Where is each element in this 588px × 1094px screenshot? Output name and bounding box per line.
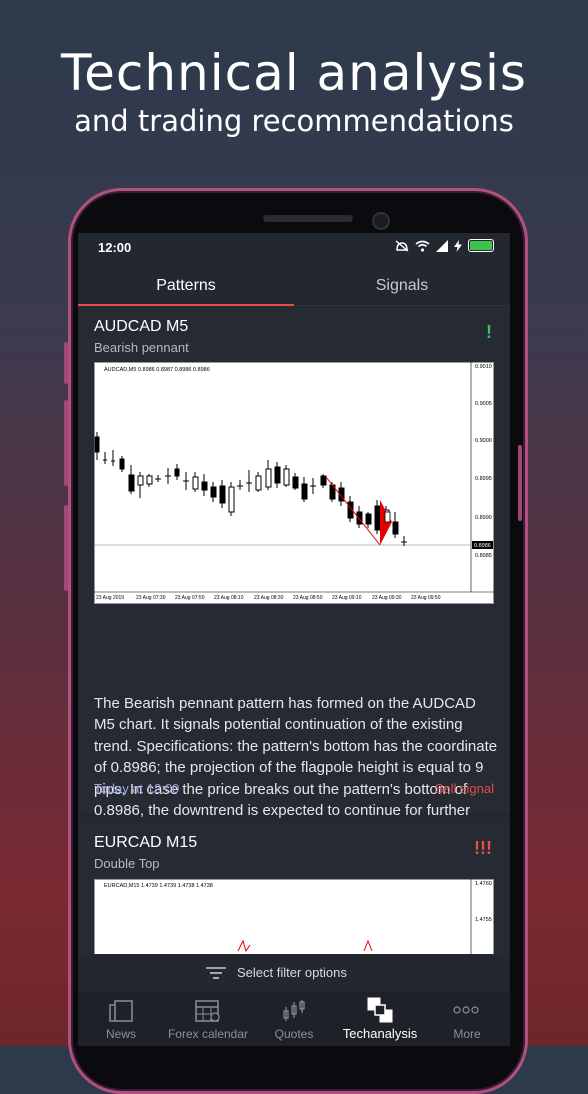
more-icon (453, 1006, 479, 1014)
wifi-icon (415, 240, 430, 252)
phone-camera (372, 212, 390, 230)
nav-forex-calendar[interactable]: Forex calendar (164, 992, 252, 1046)
volume-button (64, 342, 68, 384)
time-label: 23 Aug 07:50 (175, 595, 205, 601)
calendar-icon (195, 1000, 220, 1022)
price-label: 1.4755 (475, 917, 492, 923)
pattern-chart: AUDCAD,M5 0.8986 0.8987 0.8986 0.8986 0.… (94, 362, 494, 604)
nav-label: Quotes (274, 1027, 314, 1041)
time-label: 23 Aug 08:50 (293, 595, 323, 601)
card-title: EURCAD M15 (94, 834, 198, 851)
news-icon (109, 1000, 133, 1022)
time-label: 23 Aug 09:30 (372, 595, 402, 601)
nav-label: More (453, 1027, 481, 1041)
price-label: 0.9000 (475, 438, 492, 444)
charging-icon (454, 239, 462, 252)
nav-more[interactable]: More (424, 992, 510, 1046)
time-label: 23 Aug 07:30 (136, 595, 166, 601)
current-price-label: 0.8986 (474, 543, 491, 549)
importance-marker: !!! (474, 838, 492, 858)
sell-signal-label[interactable]: Sell signal (435, 781, 494, 796)
price-label: 0.9010 (475, 364, 492, 370)
nav-label: Forex calendar (167, 1027, 249, 1041)
volume-button (64, 400, 68, 486)
app-screen: 12:00 Patterns Signals AUDCAD M5 Bearish… (78, 233, 510, 1046)
nav-news[interactable]: News (78, 992, 164, 1046)
pattern-description: The Bearish pennant pattern has formed o… (94, 695, 498, 840)
bixby-button (64, 505, 68, 591)
do-not-disturb-icon (395, 239, 409, 252)
price-label: 0.8985 (475, 553, 492, 559)
nav-label: News (105, 1027, 136, 1041)
importance-marker: ! (486, 322, 492, 342)
power-button (518, 445, 522, 521)
battery-icon (468, 239, 494, 252)
card-timestamp: Today at 12:00 (94, 781, 180, 796)
time-label: 23 Aug 09:50 (411, 595, 441, 601)
filter-icon (206, 967, 226, 979)
chart-header: AUDCAD,M5 0.8986 0.8987 0.8986 0.8986 (104, 367, 210, 373)
time-label: 23 Aug 08:30 (254, 595, 284, 601)
price-label: 0.8990 (475, 515, 492, 521)
status-bar: 12:00 (78, 233, 510, 261)
nav-label: Techanalysis (342, 1026, 418, 1041)
time-label: 23 Aug 09:10 (332, 595, 362, 601)
hero-title: Technical analysis (61, 44, 527, 102)
card-subtitle: Double Top (94, 856, 160, 871)
techanalysis-icon (367, 997, 393, 1023)
card-title: AUDCAD M5 (94, 318, 189, 335)
bottom-nav: News Forex calendar Quotes Techanalysis … (78, 992, 510, 1046)
hero-subtitle: and trading recommendations (74, 104, 514, 138)
pattern-card[interactable]: EURCAD M15 Double Top !!! EURCAD,M15 1.4… (78, 823, 510, 969)
filter-bar[interactable]: Select filter options (78, 954, 510, 992)
time-label: 23 Aug 2019 (96, 595, 124, 601)
status-time: 12:00 (98, 240, 132, 255)
tab-signals[interactable]: Signals (294, 269, 510, 305)
candlestick-icon (283, 1000, 305, 1021)
nav-techanalysis[interactable]: Techanalysis (336, 992, 424, 1046)
time-label: 23 Aug 08:10 (214, 595, 244, 601)
tab-bar: Patterns Signals (78, 269, 510, 306)
card-subtitle: Bearish pennant (94, 340, 189, 355)
phone-speaker (263, 215, 353, 222)
filter-label: Select filter options (237, 965, 347, 980)
price-label: 0.9005 (475, 401, 492, 407)
price-label: 0.8995 (475, 476, 492, 482)
price-label: 1.4760 (475, 881, 492, 887)
pattern-card[interactable]: AUDCAD M5 Bearish pennant ! AUDCAD,M5 0.… (78, 306, 510, 840)
tab-patterns[interactable]: Patterns (78, 269, 294, 306)
chart-header: EURCAD,M15 1.4739 1.4739 1.4738 1.4738 (104, 883, 213, 889)
nav-quotes[interactable]: Quotes (252, 992, 336, 1046)
signal-icon (436, 239, 448, 252)
